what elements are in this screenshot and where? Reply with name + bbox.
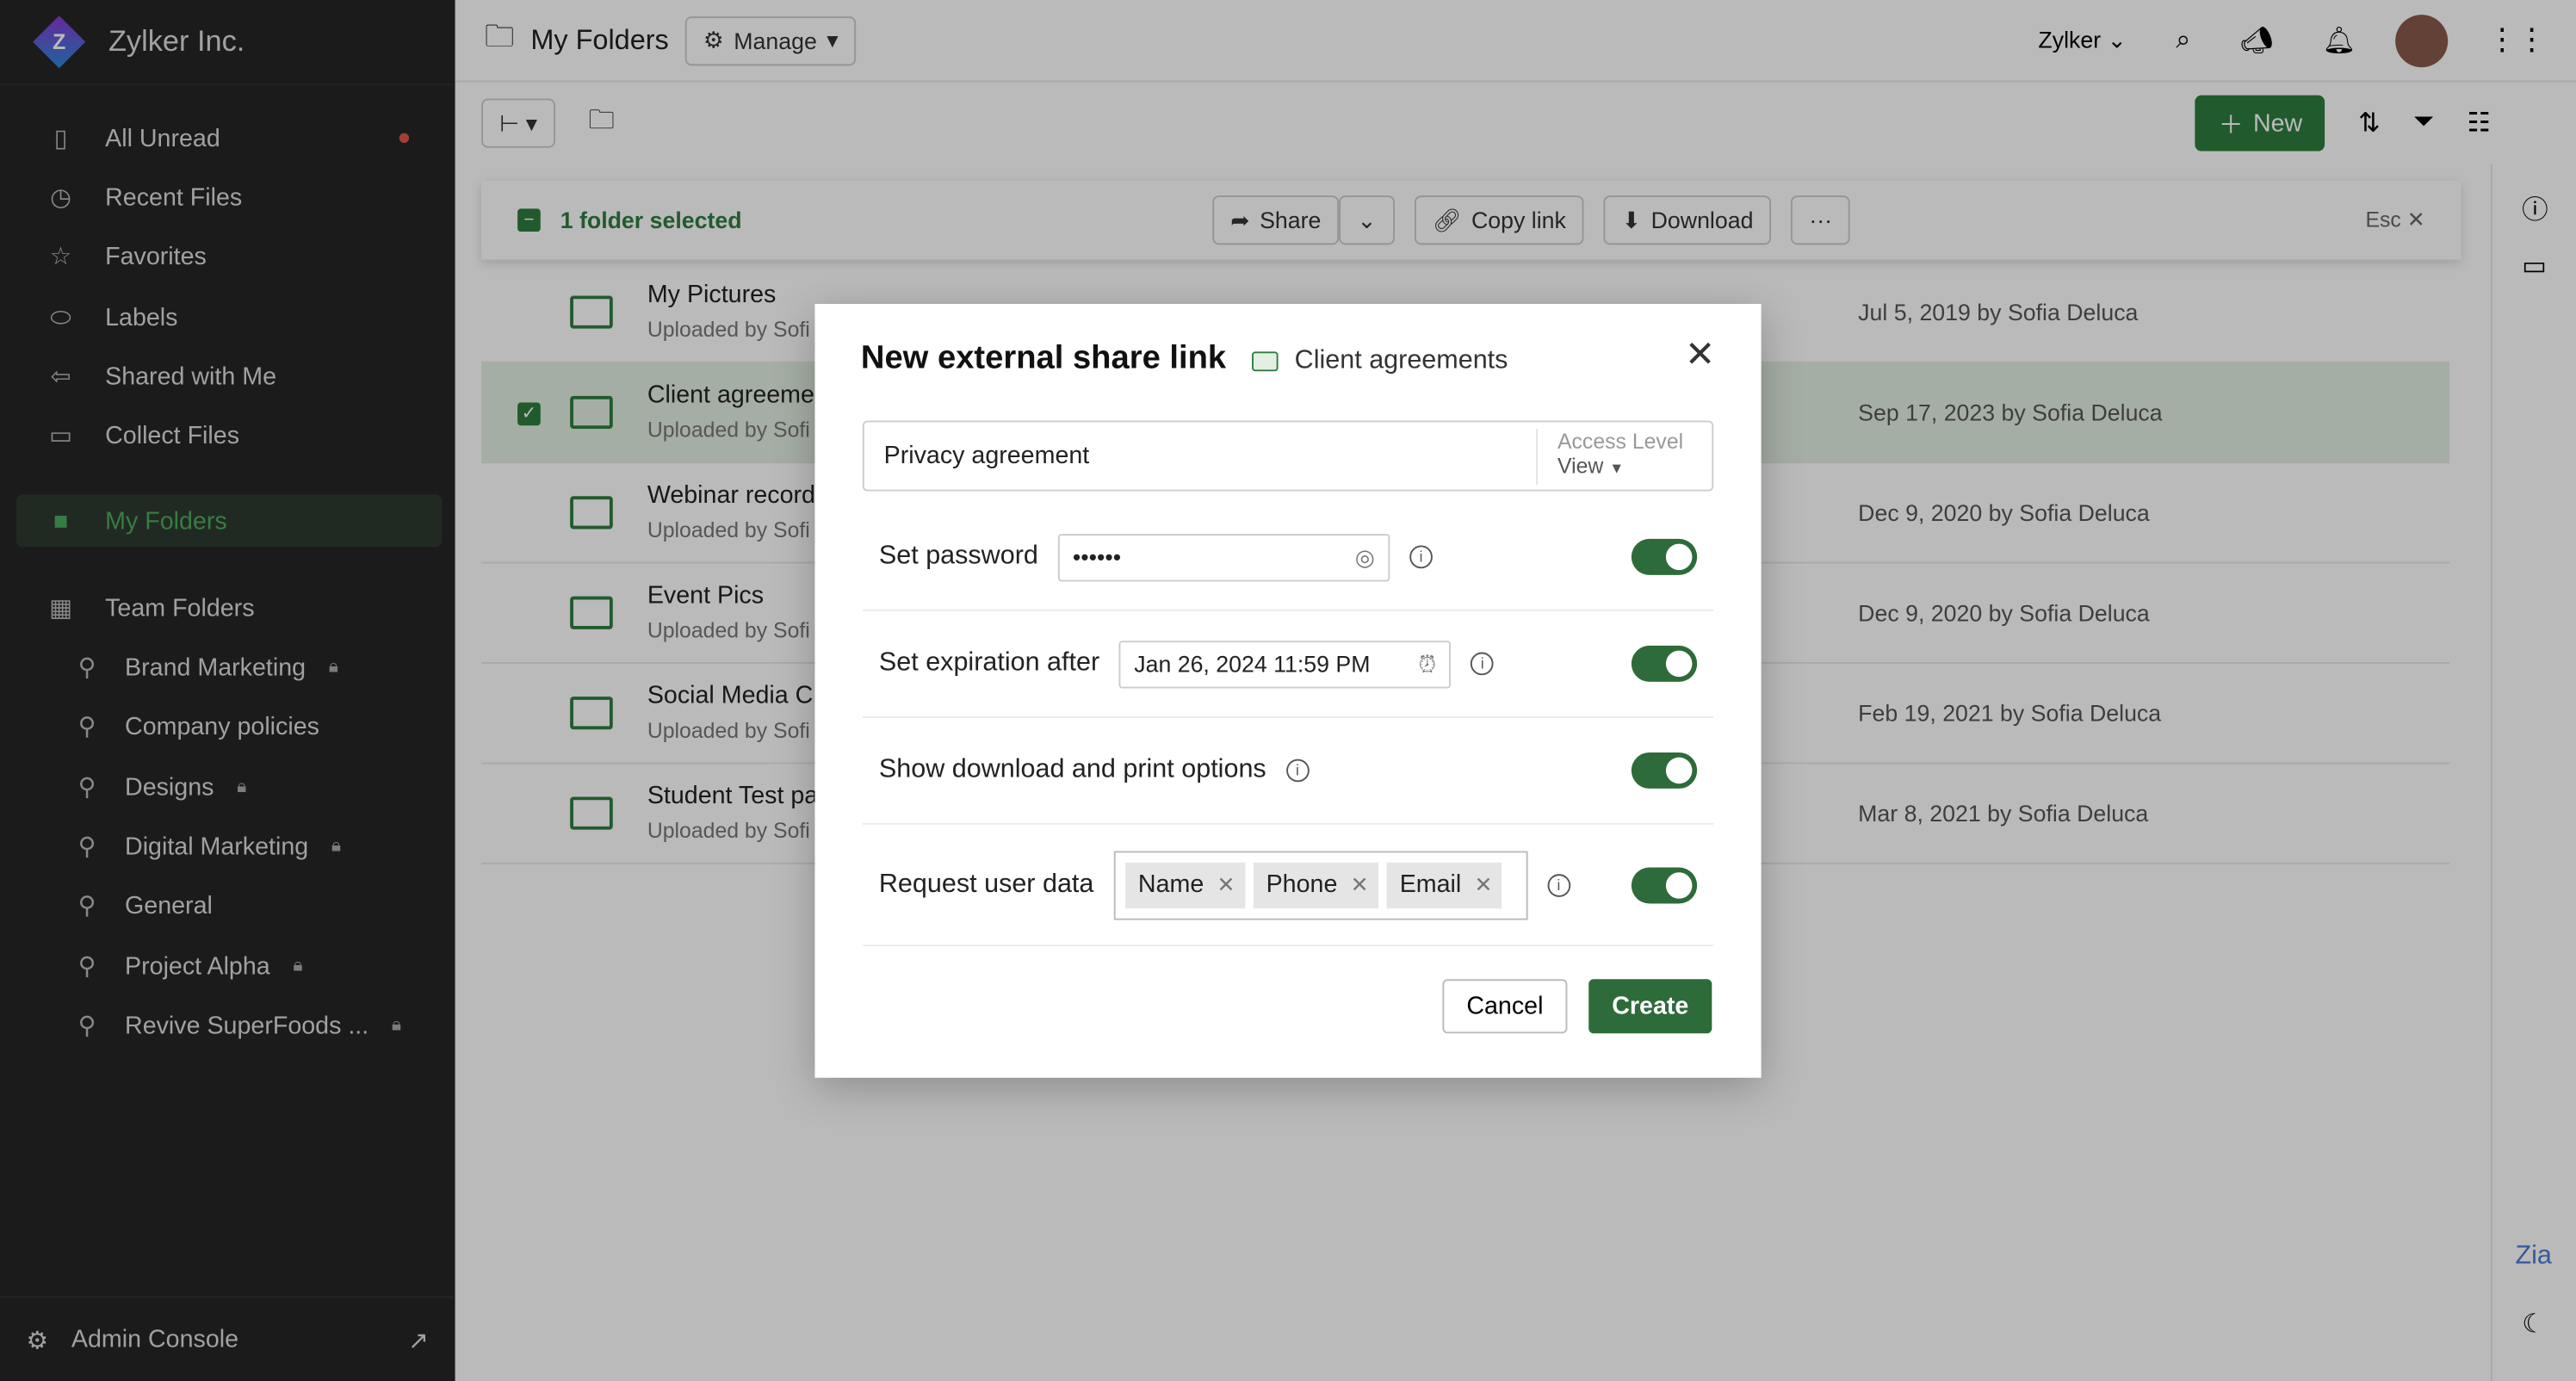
label: Client agreements	[1294, 346, 1508, 375]
dialog-folder: Client agreements	[1252, 347, 1508, 376]
label: Phone	[1266, 870, 1338, 899]
create-button[interactable]: Create	[1588, 979, 1712, 1034]
download-toggle[interactable]	[1631, 752, 1698, 789]
folder-icon	[1252, 351, 1279, 372]
chip-email: Email ✕	[1386, 861, 1502, 908]
password-input[interactable]: •••••• ◎	[1057, 533, 1390, 581]
chip-phone: Phone ✕	[1253, 861, 1378, 908]
cancel-button[interactable]: Cancel	[1442, 979, 1568, 1034]
remove-icon[interactable]: ✕	[1475, 871, 1493, 898]
alarm-clock-icon[interactable]: ⏰︎	[1418, 650, 1436, 678]
info-icon[interactable]: i	[1285, 759, 1310, 783]
value: View	[1557, 453, 1604, 479]
label: Email	[1399, 870, 1462, 899]
label: Set expiration after	[878, 648, 1100, 678]
eye-icon[interactable]: ◎	[1355, 543, 1375, 571]
link-name-input[interactable]: Privacy agreement Access Level View ▼	[862, 420, 1714, 492]
info-icon[interactable]: i	[1547, 873, 1570, 896]
request-data-toggle[interactable]	[1631, 866, 1698, 903]
access-level-select[interactable]: Access Level View ▼	[1536, 429, 1712, 485]
expiration-option: Set expiration after Jan 26, 2024 11:59 …	[862, 611, 1714, 718]
caret-down-icon: ▼	[1609, 460, 1625, 477]
request-data-option: Request user data Name ✕ Phone ✕ Email ✕ i	[862, 825, 1714, 947]
value: Jan 26, 2024 11:59 PM	[1134, 650, 1371, 678]
label: Request user data	[878, 870, 1094, 898]
value: Privacy agreement	[883, 442, 1090, 470]
label: Show download and print options	[878, 755, 1266, 784]
request-fields-input[interactable]: Name ✕ Phone ✕ Email ✕	[1113, 850, 1528, 920]
expiration-toggle[interactable]	[1631, 645, 1698, 682]
remove-icon[interactable]: ✕	[1351, 871, 1369, 898]
dialog-title: New external share link	[860, 339, 1227, 376]
label: Set password	[878, 542, 1038, 571]
label: Name	[1137, 870, 1204, 899]
value: ••••••	[1072, 543, 1122, 571]
password-option: Set password •••••• ◎ i	[862, 505, 1714, 611]
info-icon[interactable]: i	[1471, 652, 1495, 676]
share-link-dialog: New external share link Client agreement…	[814, 304, 1762, 1078]
expiration-input[interactable]: Jan 26, 2024 11:59 PM ⏰︎	[1119, 640, 1452, 688]
download-option: Show download and print options i	[862, 718, 1714, 825]
label: Access Level	[1557, 429, 1684, 454]
password-toggle[interactable]	[1631, 538, 1698, 575]
remove-icon[interactable]: ✕	[1217, 871, 1235, 898]
chip-name: Name ✕	[1124, 861, 1245, 908]
close-icon[interactable]: ✕	[1685, 333, 1715, 376]
info-icon[interactable]: i	[1409, 545, 1433, 569]
